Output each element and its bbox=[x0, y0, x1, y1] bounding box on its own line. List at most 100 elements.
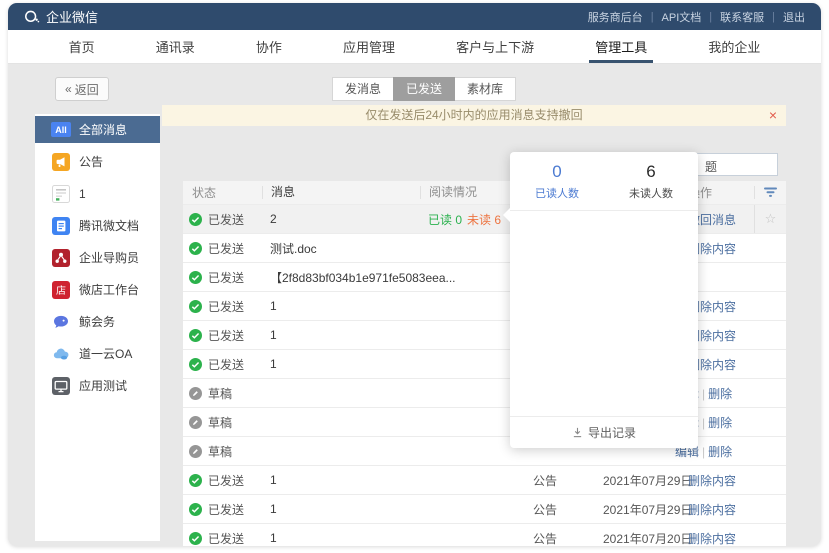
op-link[interactable]: 删除 bbox=[708, 416, 732, 430]
link-contact-support[interactable]: 联系客服 bbox=[720, 9, 764, 25]
sidebar-item[interactable]: 公告 bbox=[35, 148, 160, 175]
back-button[interactable]: « 返回 bbox=[55, 77, 109, 101]
topbar-links: 服务商后台| API文档| 联系客服| 退出 bbox=[588, 9, 805, 25]
status-cell: 已发送 bbox=[183, 269, 270, 286]
sidebar-item-label: 道一云OA bbox=[79, 345, 132, 362]
date-cell: 2021年07月20日 bbox=[586, 530, 688, 547]
nav-customers[interactable]: 客户与上下游 bbox=[446, 30, 544, 63]
message-cell: 2 bbox=[270, 212, 420, 226]
read-count: 0 bbox=[510, 162, 604, 182]
back-chevrons: « bbox=[65, 82, 72, 96]
status-label: 已发送 bbox=[208, 298, 244, 315]
status-label: 已发送 bbox=[208, 501, 244, 518]
tab-material-library[interactable]: 素材库 bbox=[454, 77, 516, 101]
unread-count: 6 bbox=[604, 162, 698, 182]
status-label: 已发送 bbox=[208, 269, 244, 286]
banner-close-icon[interactable]: × bbox=[769, 105, 777, 126]
unread-count-label: 未读人数 bbox=[604, 185, 698, 201]
table-row[interactable]: 已发送1公告2021年07月29日删除内容 bbox=[183, 494, 786, 523]
unread-count-text: 未读 6 bbox=[467, 213, 501, 227]
popup-stats: 0 已读人数 6 未读人数 bbox=[510, 152, 698, 201]
nav-home[interactable]: 首页 bbox=[59, 30, 105, 63]
op-link[interactable]: 删除内容 bbox=[688, 474, 736, 488]
content-area: « 返回 发消息 已发送 素材库 仅在发送后24小时内的应用消息支持撤回 × A… bbox=[8, 64, 821, 546]
status-cell: 已发送 bbox=[183, 327, 270, 344]
status-label: 已发送 bbox=[208, 530, 244, 547]
nav-admin-tools[interactable]: 管理工具 bbox=[585, 30, 657, 63]
app-logo: 企业微信 bbox=[24, 7, 98, 26]
status-label: 已发送 bbox=[208, 327, 244, 344]
sidebar-item-label: 应用测试 bbox=[79, 377, 127, 394]
nav-app-management[interactable]: 应用管理 bbox=[333, 30, 405, 63]
sidebar-item-label: 1 bbox=[79, 187, 86, 201]
sidebar-item[interactable]: 鲸会务 bbox=[35, 308, 160, 335]
star-cell bbox=[754, 379, 786, 407]
header-filter[interactable] bbox=[754, 186, 786, 199]
export-records-button[interactable]: 导出记录 bbox=[510, 416, 698, 448]
op-link[interactable]: 删除内容 bbox=[688, 532, 736, 546]
status-cell: 已发送 bbox=[183, 530, 270, 547]
export-records-label: 导出记录 bbox=[588, 424, 636, 441]
read-count-tab[interactable]: 0 已读人数 bbox=[510, 162, 604, 201]
sidebar-item-label: 鲸会务 bbox=[79, 313, 115, 330]
nav-collaboration[interactable]: 协作 bbox=[246, 30, 292, 63]
message-cell: 1 bbox=[270, 357, 420, 371]
link-logout[interactable]: 退出 bbox=[783, 9, 805, 25]
app-cell: 公告 bbox=[520, 501, 586, 518]
sidebar-item[interactable]: 腾讯微文档 bbox=[35, 212, 160, 239]
topbar: 企业微信 服务商后台| API文档| 联系客服| 退出 bbox=[8, 3, 821, 30]
operations-cell: 删除内容 bbox=[688, 472, 754, 489]
shop-icon: 店 bbox=[51, 281, 71, 299]
star-cell bbox=[754, 408, 786, 436]
megaphone-icon bbox=[51, 153, 71, 171]
message-cell: 【2f8d83bf034b1e971fe5083eea... bbox=[270, 269, 420, 286]
header-status: 状态 bbox=[183, 184, 270, 201]
op-link[interactable]: 删除 bbox=[708, 387, 732, 401]
star-cell bbox=[754, 292, 786, 320]
op-link[interactable]: 删除 bbox=[708, 445, 732, 459]
banner-text: 仅在发送后24小时内的应用消息支持撤回 bbox=[365, 108, 582, 122]
status-label: 已发送 bbox=[208, 240, 244, 257]
status-label: 已发送 bbox=[208, 356, 244, 373]
all-badge-icon: All bbox=[51, 121, 71, 139]
sidebar-item[interactable]: 店微店工作台 bbox=[35, 276, 160, 303]
message-cell: 1 bbox=[270, 502, 420, 516]
sidebar-item-label: 公告 bbox=[79, 153, 103, 170]
tab-sent[interactable]: 已发送 bbox=[393, 77, 455, 101]
status-cell: 已发送 bbox=[183, 356, 270, 373]
status-label: 草稿 bbox=[208, 443, 232, 460]
search-input-visible-text: 题 bbox=[705, 158, 717, 175]
sidebar-item[interactable]: All全部消息 bbox=[35, 116, 160, 143]
status-cell: 草稿 bbox=[183, 443, 270, 460]
sidebar-item[interactable]: 道一云OA bbox=[35, 340, 160, 367]
sidebar-item[interactable]: 1 bbox=[35, 180, 160, 207]
unread-count-tab[interactable]: 6 未读人数 bbox=[604, 162, 698, 201]
message-cell: 测试.doc bbox=[270, 240, 420, 257]
op-link[interactable]: 删除内容 bbox=[688, 503, 736, 517]
nav-my-company[interactable]: 我的企业 bbox=[698, 30, 770, 63]
star-icon[interactable]: ☆ bbox=[765, 211, 777, 227]
table-row[interactable]: 已发送1公告2021年07月20日删除内容 bbox=[183, 523, 786, 546]
star-cell bbox=[754, 495, 786, 523]
table-row[interactable]: 已发送1公告2021年07月29日删除内容 bbox=[183, 465, 786, 494]
star-cell bbox=[754, 437, 786, 465]
link-service-provider[interactable]: 服务商后台 bbox=[588, 9, 643, 25]
link-api-docs[interactable]: API文档 bbox=[662, 9, 702, 25]
status-cell: 草稿 bbox=[183, 414, 270, 431]
chat-icon bbox=[51, 313, 71, 331]
sidebar-item[interactable]: 应用测试 bbox=[35, 372, 160, 399]
star-cell bbox=[754, 263, 786, 291]
read-count-label: 已读人数 bbox=[510, 185, 604, 201]
nav-contacts[interactable]: 通讯录 bbox=[146, 30, 205, 63]
header-read-status: 阅读情况 bbox=[420, 186, 520, 199]
monitor-icon bbox=[51, 377, 71, 395]
star-cell bbox=[754, 321, 786, 349]
app-sidebar: All全部消息公告 1 腾讯微文档企业导购员店微店工作台鲸会务道一云OA 应用测试 bbox=[35, 114, 160, 541]
sidebar-item[interactable]: 企业导购员 bbox=[35, 244, 160, 271]
status-cell: 草稿 bbox=[183, 385, 270, 402]
star-cell: ☆ bbox=[754, 205, 786, 233]
wechat-work-logo-icon bbox=[24, 9, 40, 24]
message-cell: 1 bbox=[270, 473, 420, 487]
star-cell bbox=[754, 466, 786, 494]
tab-send-message[interactable]: 发消息 bbox=[332, 77, 394, 101]
